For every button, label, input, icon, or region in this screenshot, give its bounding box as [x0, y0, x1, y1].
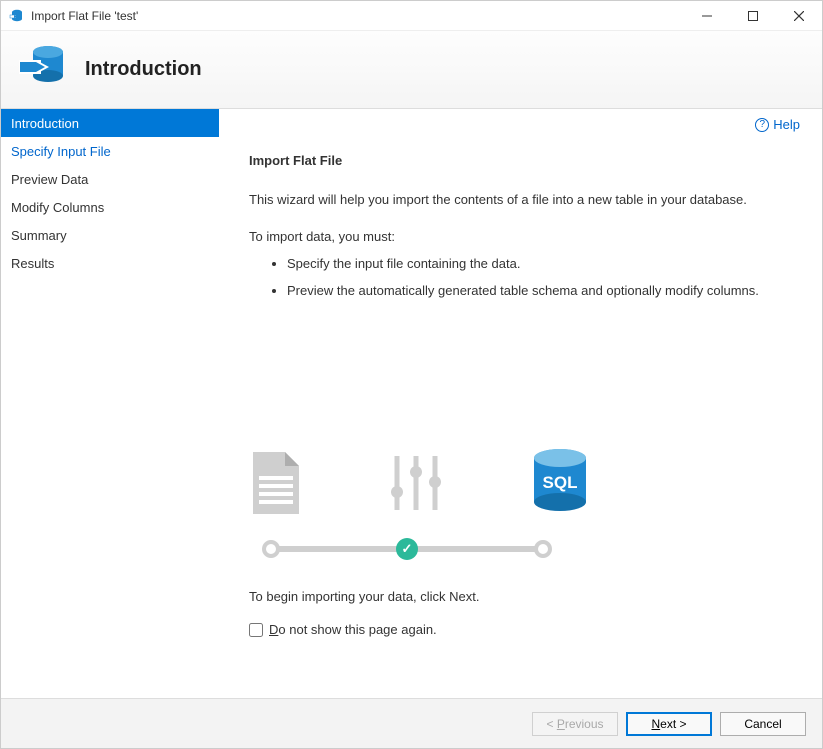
header: Introduction [1, 31, 822, 109]
sidebar-item-summary[interactable]: Summary [1, 221, 219, 249]
previous-button: < Previous [532, 712, 618, 736]
sidebar-item-specify-input-file[interactable]: Specify Input File [1, 137, 219, 165]
sidebar-item-preview-data[interactable]: Preview Data [1, 165, 219, 193]
page-title: Introduction [85, 58, 202, 81]
do-not-show-input[interactable] [249, 623, 263, 637]
footer: < Previous Next > Cancel [1, 698, 822, 748]
bullet-item: Specify the input file containing the da… [287, 256, 798, 271]
close-button[interactable] [776, 1, 822, 30]
progress-node-current: ✓ [396, 538, 418, 560]
sidebar: Introduction Specify Input File Preview … [1, 109, 219, 698]
maximize-button[interactable] [730, 1, 776, 30]
description: This wizard will help you import the con… [249, 192, 798, 207]
minimize-button[interactable] [684, 1, 730, 30]
section-title: Import Flat File [249, 153, 798, 168]
diagram-icons: SQL [249, 448, 591, 519]
help-link[interactable]: ? Help [755, 117, 800, 132]
sidebar-item-label: Summary [11, 228, 67, 243]
app-icon [9, 8, 25, 24]
sliders-icon [383, 450, 449, 519]
checkbox-label: Do not show this page again. [269, 622, 437, 637]
window-title: Import Flat File 'test' [31, 9, 684, 23]
progress-node-end [534, 540, 552, 558]
header-icon [15, 40, 69, 99]
process-diagram: SQL ✓ To begin importing your data, clic… [249, 448, 798, 637]
must-intro: To import data, you must: [249, 229, 798, 244]
title-bar: Import Flat File 'test' [1, 1, 822, 31]
sidebar-item-label: Modify Columns [11, 200, 104, 215]
sidebar-item-label: Results [11, 256, 54, 271]
begin-text: To begin importing your data, click Next… [249, 589, 480, 604]
sidebar-item-introduction[interactable]: Introduction [1, 109, 219, 137]
bullet-list: Specify the input file containing the da… [249, 256, 798, 298]
sidebar-item-label: Preview Data [11, 172, 88, 187]
progress-node-start [262, 540, 280, 558]
window-controls [684, 1, 822, 30]
sidebar-item-modify-columns[interactable]: Modify Columns [1, 193, 219, 221]
main: Introduction Specify Input File Preview … [1, 109, 822, 698]
svg-text:SQL: SQL [543, 473, 578, 492]
help-label: Help [773, 117, 800, 132]
progress-track: ✓ [267, 539, 547, 559]
sql-database-icon: SQL [529, 448, 591, 519]
cancel-button[interactable]: Cancel [720, 712, 806, 736]
bullet-item: Preview the automatically generated tabl… [287, 283, 798, 298]
content: ? Help Import Flat File This wizard will… [219, 109, 822, 698]
do-not-show-checkbox[interactable]: Do not show this page again. [249, 622, 437, 637]
next-button[interactable]: Next > [626, 712, 712, 736]
sidebar-item-label: Introduction [11, 116, 79, 131]
help-icon: ? [755, 118, 769, 132]
file-icon [249, 450, 303, 519]
sidebar-item-results[interactable]: Results [1, 249, 219, 277]
sidebar-item-label: Specify Input File [11, 144, 111, 159]
